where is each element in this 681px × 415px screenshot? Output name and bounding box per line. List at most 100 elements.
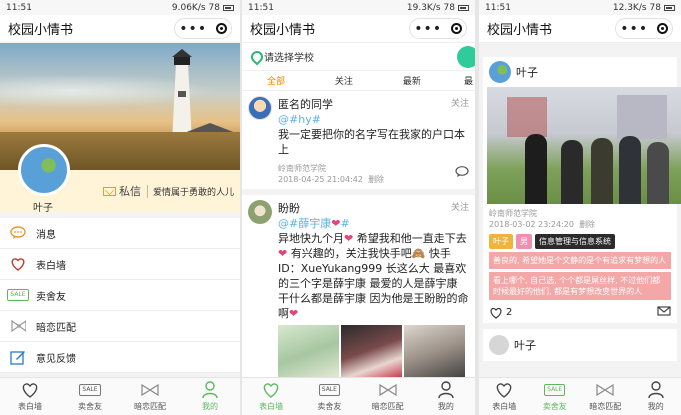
user-name: 叶子 bbox=[33, 203, 53, 214]
menu-item-sell-roommate[interactable]: SALE 卖舍友 bbox=[0, 280, 240, 311]
roommates-photo[interactable] bbox=[487, 87, 681, 204]
post-school: 岭南师范学院 bbox=[278, 164, 326, 173]
post-text: 我一定要把你的名字写在我家的户口本上 bbox=[278, 128, 465, 156]
tab-crush-match[interactable]: 暗恋匹配 bbox=[359, 378, 417, 415]
card-author[interactable]: 叶子 bbox=[514, 337, 536, 353]
tab-sell-roommate[interactable]: SALE 卖舍友 bbox=[60, 378, 120, 415]
tab-mine[interactable]: 我的 bbox=[631, 378, 681, 415]
menu-item-crush-match[interactable]: 暗恋匹配 bbox=[0, 311, 240, 342]
message-icon[interactable] bbox=[657, 306, 671, 319]
tab-crush-match[interactable]: 暗恋匹配 bbox=[120, 378, 180, 415]
confession-wall-screen: 11:51 19.3K/s 78 校园小情书 ••• 请选择学校 全部 关注 最新… bbox=[242, 0, 475, 415]
close-target-icon[interactable] bbox=[215, 23, 227, 34]
heart-icon bbox=[262, 381, 280, 399]
menu-item-feedback[interactable]: 意见反馈 bbox=[0, 342, 240, 373]
mini-program-capsule[interactable]: ••• bbox=[409, 18, 467, 39]
battery-icon bbox=[458, 4, 469, 11]
more-icon[interactable]: ••• bbox=[620, 22, 648, 36]
tab-truncated[interactable]: 最 bbox=[446, 74, 475, 87]
heart-icon bbox=[490, 307, 502, 319]
network-speed: 19.3K/s bbox=[406, 2, 441, 13]
roommate-card[interactable]: 叶子 岭南师范学院 2018-03-02 23:24:20 删除 叶子 男 信息… bbox=[483, 57, 681, 323]
post-image[interactable] bbox=[278, 325, 339, 381]
comment-icon[interactable] bbox=[455, 166, 469, 181]
tab-mine[interactable]: 我的 bbox=[417, 378, 475, 415]
name-chip: 叶子 bbox=[489, 234, 513, 249]
person-icon bbox=[202, 381, 218, 399]
person-icon bbox=[438, 381, 454, 399]
bow-icon bbox=[140, 381, 160, 399]
mail-icon bbox=[102, 186, 116, 196]
tab-sell-roommate[interactable]: SALE 卖舍友 bbox=[530, 378, 581, 415]
menu-item-messages[interactable]: 消息 bbox=[0, 218, 240, 249]
roommate-description: 看上哪个, 自己选, 个个都是屌丝样, 不过他们都时候最好的他们, 都是有梦想改… bbox=[489, 272, 671, 300]
profile-menu: 消息 表白墙 SALE 卖舍友 暗恋匹配 意见反馈 bbox=[0, 218, 240, 373]
tab-following[interactable]: 关注 bbox=[310, 74, 378, 87]
tab-latest[interactable]: 最新 bbox=[378, 74, 446, 87]
mini-program-capsule[interactable]: ••• bbox=[174, 18, 232, 39]
post-card[interactable]: 匿名的同学 关注 @#hy# 我一定要把你的名字写在我家的户口本上 岭南师范学院… bbox=[242, 91, 475, 195]
edit-icon bbox=[10, 349, 26, 365]
follow-button[interactable]: 关注 bbox=[451, 200, 469, 213]
roommate-card[interactable]: 叶子 bbox=[483, 329, 677, 361]
sell-roommate-screen: 11:51 12.3K/s 78 校园小情书 ••• 叶子 岭南师范学院 2018… bbox=[479, 0, 681, 415]
status-bar: 11:51 12.3K/s 78 bbox=[479, 0, 681, 15]
card-author[interactable]: 叶子 bbox=[516, 64, 538, 80]
tab-crush-match[interactable]: 暗恋匹配 bbox=[580, 378, 631, 415]
avatar[interactable] bbox=[248, 96, 272, 120]
card-meta: 2018-03-02 23:24:20 删除 bbox=[489, 219, 671, 230]
avatar[interactable] bbox=[18, 144, 70, 196]
post-card[interactable]: 盼盼 关注 @#薛宇康 ❤ # 异地快九个月❤ 希望我和他一直走下去 ❤ 有兴趣的，… bbox=[242, 195, 475, 391]
heart-emoji-icon: ❤ bbox=[289, 307, 299, 320]
tab-sell-roommate[interactable]: SALE 卖舍友 bbox=[300, 378, 358, 415]
delete-link[interactable]: 删除 bbox=[579, 220, 595, 229]
sale-icon: SALE bbox=[544, 381, 566, 399]
battery-icon bbox=[223, 4, 234, 11]
user-motto: 爱情属于勇敢的人儿 bbox=[146, 184, 234, 198]
post-image[interactable] bbox=[341, 325, 402, 381]
menu-item-confession-wall[interactable]: 表白墙 bbox=[0, 249, 240, 280]
network-speed: 9.06K/s bbox=[171, 2, 206, 13]
bow-icon bbox=[595, 381, 615, 399]
post-tag[interactable]: @#hy# bbox=[278, 113, 321, 126]
tab-mine[interactable]: 我的 bbox=[180, 378, 240, 415]
nav-bar: 校园小情书 ••• bbox=[479, 15, 681, 43]
tab-confession-wall[interactable]: 表白墙 bbox=[242, 378, 300, 415]
close-target-icon[interactable] bbox=[450, 23, 462, 34]
battery-level: 78 bbox=[208, 2, 220, 13]
tab-bar: 表白墙 SALE 卖舍友 暗恋匹配 我的 bbox=[479, 377, 681, 415]
tab-confession-wall[interactable]: 表白墙 bbox=[479, 378, 530, 415]
follow-button[interactable]: 关注 bbox=[451, 96, 469, 109]
post-tag[interactable]: @#薛宇康 bbox=[278, 217, 331, 230]
post-image[interactable] bbox=[404, 325, 465, 381]
status-bar: 11:51 19.3K/s 78 bbox=[242, 0, 475, 15]
post-images bbox=[278, 325, 469, 381]
bow-icon bbox=[378, 381, 398, 399]
battery-icon bbox=[664, 4, 675, 11]
post-author[interactable]: 盼盼 bbox=[278, 200, 300, 216]
info-chips: 叶子 男 信息管理与信息系统 bbox=[489, 234, 671, 249]
avatar[interactable] bbox=[489, 335, 509, 355]
tab-all[interactable]: 全部 bbox=[242, 74, 310, 87]
mini-program-capsule[interactable]: ••• bbox=[615, 18, 673, 39]
nav-bar: 校园小情书 ••• bbox=[0, 15, 240, 43]
like-button[interactable]: 2 bbox=[489, 307, 512, 319]
more-icon[interactable]: ••• bbox=[179, 22, 207, 36]
heart-emoji-icon: ❤ bbox=[278, 247, 288, 260]
close-target-icon[interactable] bbox=[656, 23, 668, 34]
post-feed: 匿名的同学 关注 @#hy# 我一定要把你的名字写在我家的户口本上 岭南师范学院… bbox=[242, 91, 475, 391]
tab-confession-wall[interactable]: 表白墙 bbox=[0, 378, 60, 415]
post-button[interactable] bbox=[457, 46, 475, 68]
school-selector[interactable]: 请选择学校 bbox=[242, 43, 475, 71]
sale-icon: SALE bbox=[79, 381, 101, 399]
post-author[interactable]: 匿名的同学 bbox=[278, 96, 333, 112]
location-pin-icon bbox=[250, 51, 260, 63]
app-title: 校园小情书 bbox=[487, 23, 553, 38]
avatar[interactable] bbox=[248, 200, 272, 224]
private-message-button[interactable]: 私信 bbox=[102, 183, 141, 199]
chat-bubble-icon bbox=[10, 225, 26, 241]
avatar[interactable] bbox=[489, 61, 511, 83]
more-icon[interactable]: ••• bbox=[414, 22, 442, 36]
post-time: 2018-04-25 21:04:42 bbox=[278, 175, 363, 184]
delete-link[interactable]: 删除 bbox=[368, 175, 384, 184]
